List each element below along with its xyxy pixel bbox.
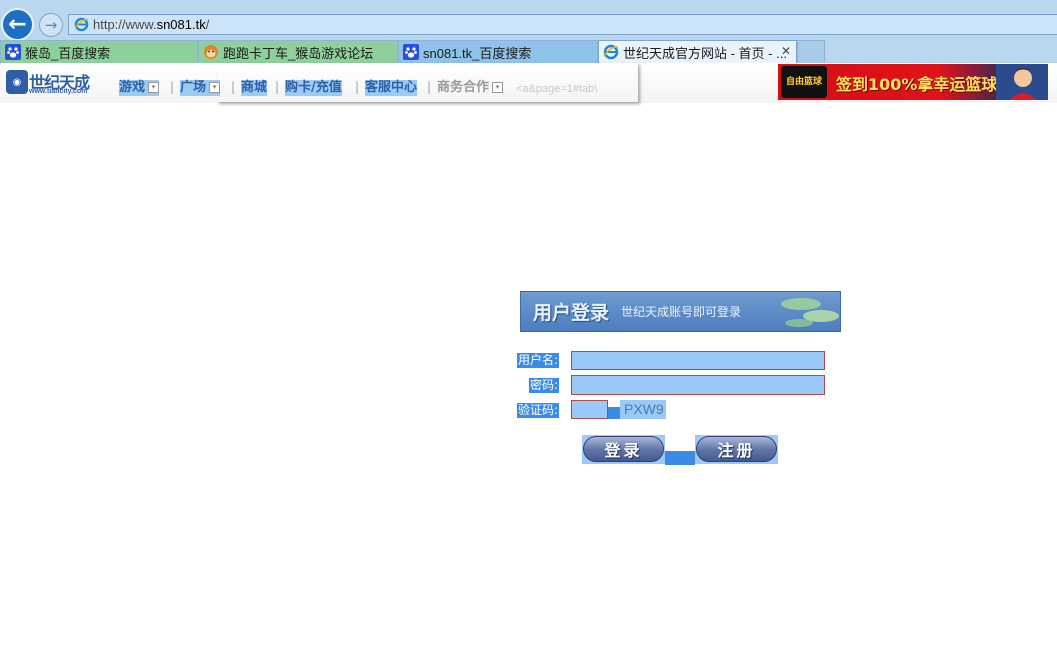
tab-sn081-baidu[interactable]: sn081.tk_百度搜索 <box>398 40 598 63</box>
password-label: 密码: <box>529 378 560 393</box>
nav-item-buy-card[interactable]: 购卡/充值 <box>285 80 342 96</box>
banner-game-logo: 自由篮球 <box>781 66 827 98</box>
tab-label: 世纪天成官方网站 - 首页 - ... <box>623 45 787 61</box>
login-title: 用户登录 <box>533 302 610 324</box>
forward-button[interactable]: → <box>39 13 63 37</box>
login-button[interactable]: 登录 <box>582 435 665 464</box>
nav-separator: | <box>427 80 432 94</box>
logo-domain: www.tiancity.com <box>29 88 88 95</box>
tab-tiancity-active[interactable]: 世纪天成官方网站 - 首页 - ... ✕ <box>598 40 797 63</box>
address-url: http://www.sn081.tk/ <box>93 17 210 32</box>
lotus-leaf-icon <box>781 298 839 327</box>
faint-overlay-text: <a&page=1#tab\ <box>516 83 598 95</box>
promo-banner[interactable]: 自由篮球 签到100%拿幸运篮球 <box>778 64 1048 100</box>
back-arrow-icon: ← <box>8 12 27 37</box>
username-label: 用户名: <box>517 353 560 368</box>
register-button[interactable]: 注册 <box>695 435 778 464</box>
dropdown-arrow-icon: ▾ <box>492 82 504 93</box>
basketball-player-icon <box>996 64 1046 100</box>
selection-highlight <box>608 407 620 419</box>
site-logo[interactable]: ◉ 世纪天成 www.tiancity.com <box>6 69 100 97</box>
nav-item-business[interactable]: 商务合作 ▾ <box>437 80 504 96</box>
nav-item-games[interactable]: 游戏 ▾ <box>119 80 160 96</box>
browser-chrome: ← → http://www.sn081.tk/ 猴岛_百度搜索 跑跑卡丁车_猴… <box>0 0 1057 63</box>
baidu-paw-icon <box>403 44 419 60</box>
selection-highlight <box>665 451 695 465</box>
nav-separator: | <box>231 80 236 94</box>
monkey-face-icon <box>204 45 218 59</box>
dropdown-arrow-icon: ▾ <box>209 82 221 93</box>
banner-text: 签到100%拿幸运篮球 <box>836 75 998 94</box>
logo-mark-icon: ◉ <box>6 70 28 94</box>
tab-houdao-baidu[interactable]: 猴岛_百度搜索 <box>0 40 198 63</box>
tab-label: 跑跑卡丁车_猴岛游戏论坛 <box>223 45 374 61</box>
captcha-image[interactable]: PXW9 <box>620 400 666 419</box>
close-tab-icon[interactable]: ✕ <box>781 44 791 58</box>
nav-item-mall[interactable]: 商城 <box>241 80 268 96</box>
nav-separator: | <box>275 80 280 94</box>
nav-item-support[interactable]: 客服中心 <box>365 80 418 96</box>
password-input[interactable] <box>571 375 825 395</box>
new-tab-button[interactable] <box>797 40 825 63</box>
back-button[interactable]: ← <box>1 8 34 41</box>
nav-separator: | <box>355 80 360 94</box>
tab-label: sn081.tk_百度搜索 <box>423 45 532 61</box>
login-button-label: 登录 <box>583 436 664 462</box>
tab-label: 猴岛_百度搜索 <box>25 45 111 61</box>
ie-logo-icon <box>74 17 89 32</box>
login-subtitle: 世纪天成账号即可登录 <box>621 305 742 319</box>
register-button-label: 注册 <box>696 436 777 462</box>
nav-separator: | <box>170 80 175 94</box>
captcha-input[interactable] <box>571 400 608 419</box>
ie-logo-icon <box>603 44 619 60</box>
login-header: 用户登录 世纪天成账号即可登录 <box>520 291 841 332</box>
nav-item-plaza[interactable]: 广场 ▾ <box>180 80 221 96</box>
address-bar[interactable]: http://www.sn081.tk/ <box>68 14 1057 35</box>
dropdown-arrow-icon: ▾ <box>148 82 160 93</box>
tab-strip: 猴岛_百度搜索 跑跑卡丁车_猴岛游戏论坛 sn081.tk_百度搜索 世纪天成官… <box>0 40 1057 63</box>
forward-arrow-icon: → <box>44 16 58 34</box>
tab-kart-forum[interactable]: 跑跑卡丁车_猴岛游戏论坛 <box>198 40 398 63</box>
baidu-paw-icon <box>5 44 21 60</box>
address-row: ← → http://www.sn081.tk/ <box>0 0 1057 41</box>
captcha-label: 验证码: <box>517 403 560 418</box>
username-input[interactable] <box>571 351 825 370</box>
